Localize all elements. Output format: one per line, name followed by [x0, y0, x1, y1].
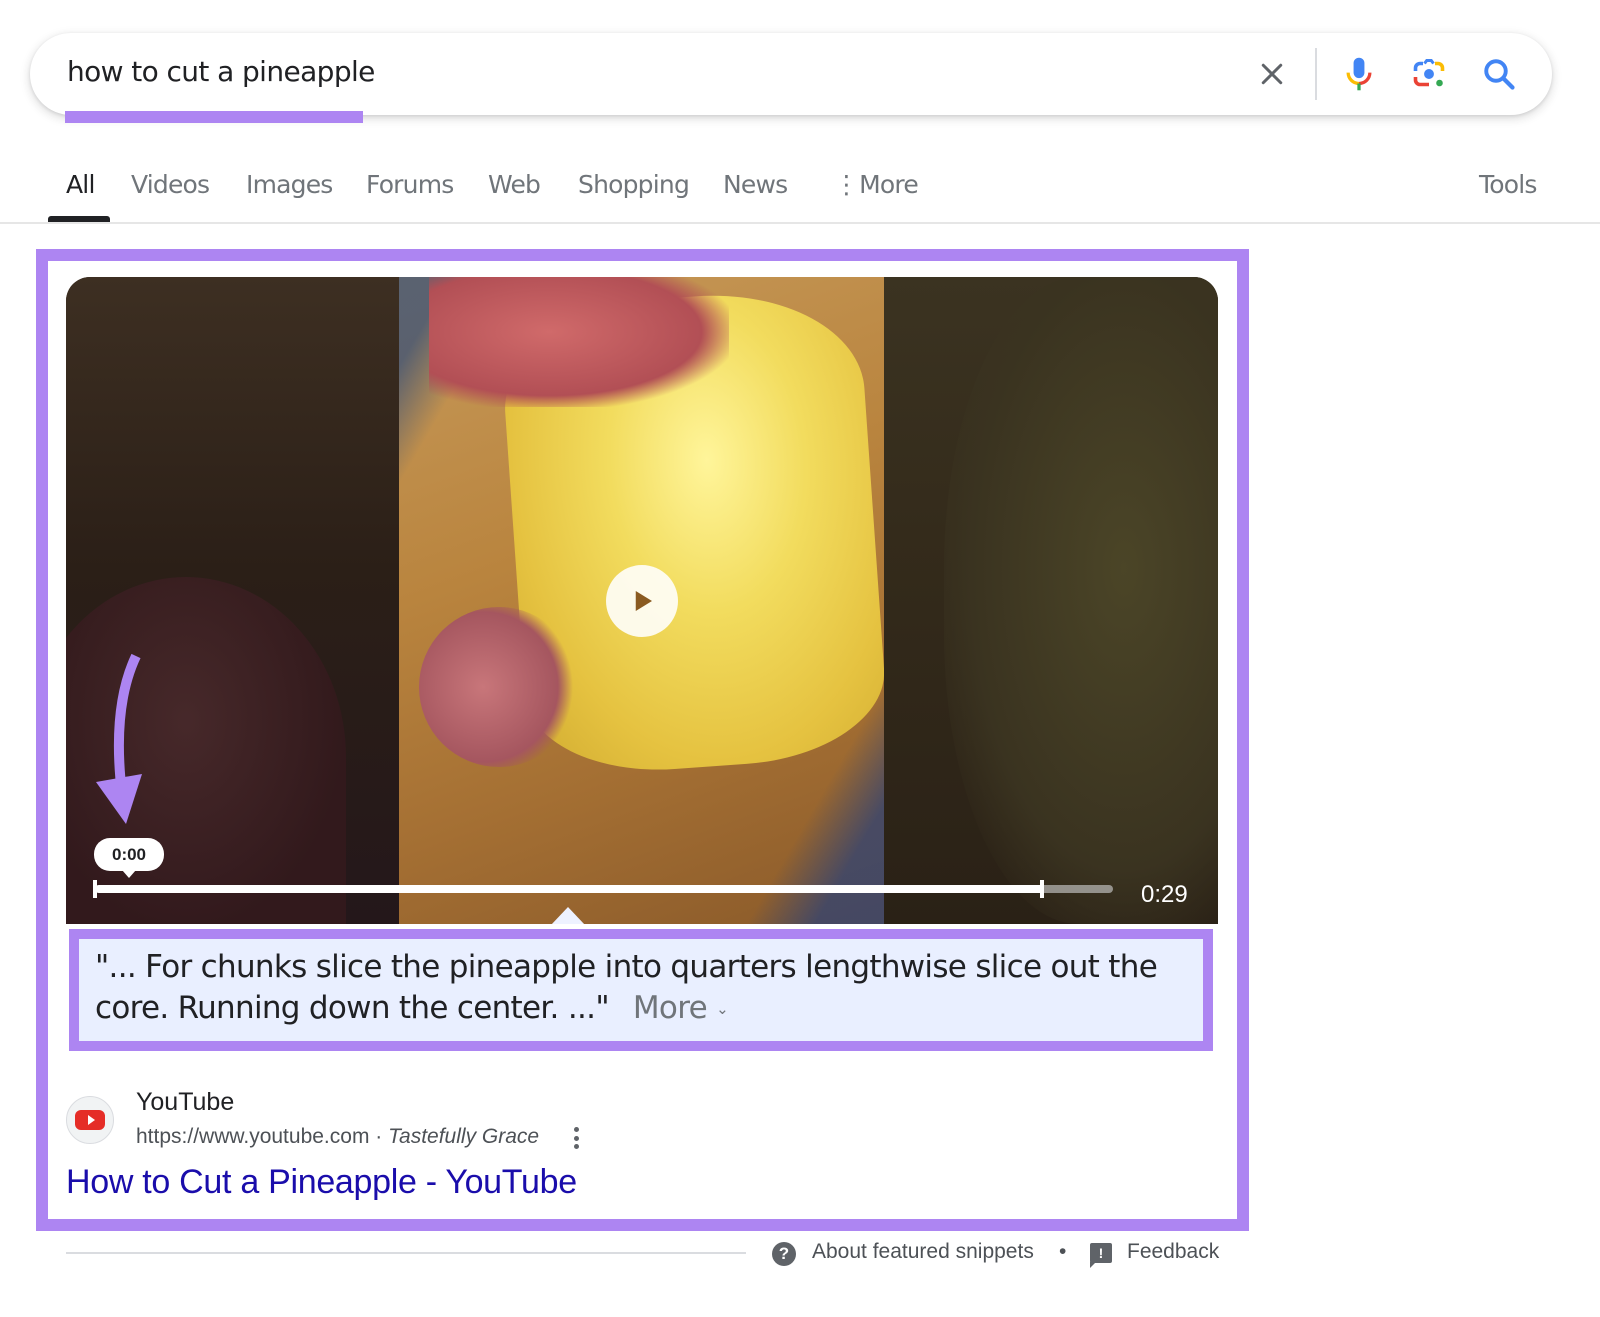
lens-icon[interactable] [1410, 55, 1448, 93]
url-text: https://www.youtube.com [136, 1125, 370, 1148]
query-highlight-underline [65, 111, 363, 123]
progress-bar[interactable] [95, 885, 1113, 893]
feedback-icon[interactable]: ! [1090, 1243, 1112, 1268]
tab-forums[interactable]: Forums [366, 170, 454, 199]
tab-news[interactable]: News [723, 170, 788, 199]
video-blur-right [884, 277, 1218, 924]
feedback-link[interactable]: Feedback [1127, 1240, 1219, 1264]
more-button[interactable]: More ⌄ [632, 990, 729, 1026]
transcript-text: "... For chunks slice the pineapple into… [95, 949, 1158, 1026]
progress-start-marker [93, 880, 97, 898]
play-button[interactable] [606, 565, 678, 637]
youtube-logo-icon [75, 1110, 105, 1130]
transcript-pointer [551, 907, 585, 924]
site-name[interactable]: YouTube [136, 1088, 234, 1117]
active-tab-indicator [48, 216, 110, 222]
search-input[interactable]: how to cut a pineapple [67, 55, 375, 88]
chevron-down-icon: ⌄ [716, 1000, 729, 1018]
annotation-arrow-icon [96, 653, 142, 824]
footer-divider [66, 1252, 746, 1254]
site-url[interactable]: https://www.youtube.com · Tastefully Gra… [136, 1125, 539, 1149]
progress-end-marker[interactable] [1039, 880, 1044, 898]
play-icon [635, 591, 652, 611]
more-label: More [632, 990, 708, 1026]
tools-button[interactable]: Tools [1479, 170, 1537, 199]
url-separator: · [369, 1125, 389, 1148]
youtube-favicon[interactable] [66, 1096, 114, 1144]
video-duration: 0:29 [1141, 881, 1188, 908]
search-divider [1315, 48, 1317, 100]
tab-images[interactable]: Images [246, 170, 333, 199]
search-icon[interactable] [1480, 55, 1518, 93]
current-time-tooltip: 0:00 [94, 838, 164, 878]
about-featured-snippets-link[interactable]: About featured snippets [812, 1240, 1034, 1264]
result-title-link[interactable]: How to Cut a Pineapple - YouTube [66, 1163, 577, 1202]
progress-fill [95, 885, 1042, 893]
tab-all[interactable]: All [66, 170, 95, 199]
tab-shopping[interactable]: Shopping [578, 170, 690, 199]
author-name: Tastefully Grace [388, 1125, 540, 1148]
clear-icon[interactable] [1253, 55, 1291, 93]
tab-web[interactable]: Web [488, 170, 541, 199]
help-icon[interactable]: ? [772, 1242, 796, 1266]
video-player[interactable]: 0:00 0:29 [66, 277, 1218, 924]
transcript-box: "... For chunks slice the pineapple into… [69, 929, 1213, 1051]
result-options-icon[interactable] [566, 1124, 586, 1152]
more-vert-icon: ⋮ [834, 170, 859, 199]
tab-videos[interactable]: Videos [131, 170, 210, 199]
search-bar[interactable]: how to cut a pineapple [30, 33, 1552, 123]
footer-separator: • [1059, 1240, 1067, 1263]
tab-more[interactable]: ⋮ More [834, 170, 919, 199]
tab-more-label: More [859, 170, 919, 199]
search-tabs: All Videos Images Forums Web Shopping Ne… [0, 150, 1600, 224]
voice-search-icon[interactable] [1340, 55, 1378, 93]
